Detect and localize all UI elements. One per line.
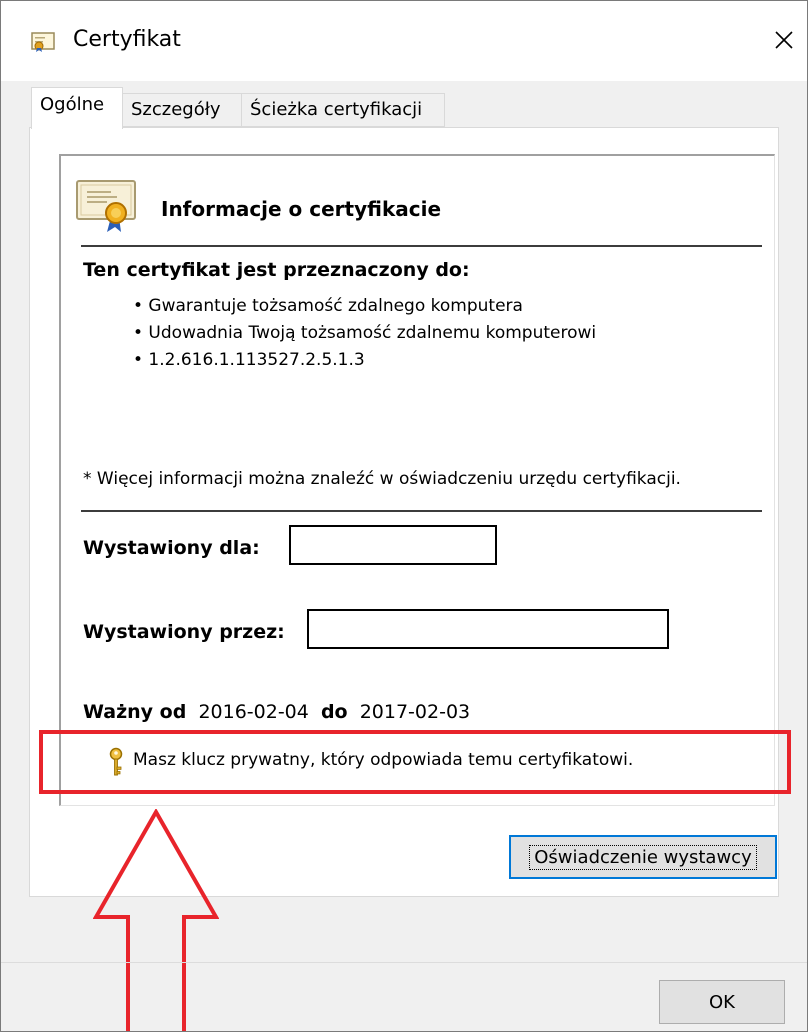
valid-to-label: do [320, 701, 348, 723]
window-title: Certyfikat [73, 27, 181, 52]
info-title: Informacje o certyfikacie [161, 197, 442, 221]
purpose-item: • Gwarantuje tożsamość zdalnego komputer… [133, 296, 523, 316]
issued-by-label: Wystawiony przez: [83, 621, 285, 643]
title-bar: Certyfikat [1, 1, 807, 81]
close-icon [775, 31, 793, 49]
issued-to-field[interactable] [289, 525, 497, 565]
valid-to-date: 2017-02-03 [359, 701, 471, 723]
tab-certification-path[interactable]: Ścieżka certyfikacji [241, 93, 445, 127]
issued-by-field[interactable] [307, 609, 669, 649]
valid-from-date: 2016-02-04 [198, 701, 309, 723]
divider [81, 510, 762, 512]
purpose-heading: Ten certyfikat jest przeznaczony do: [83, 259, 470, 281]
validity-period: Ważny od 2016-02-04 do 2017-02-03 [83, 701, 470, 723]
ok-button[interactable]: OK [659, 980, 785, 1024]
certificate-dialog: Certyfikat Ogólne Szczegóły Ścieżka cert… [0, 0, 808, 1032]
issued-to-label: Wystawiony dla: [83, 537, 260, 559]
tab-general[interactable]: Ogólne [31, 87, 123, 129]
close-button[interactable] [761, 17, 807, 63]
issuer-statement-label: Oświadczenie wystawcy [529, 844, 757, 870]
issuer-statement-button[interactable]: Oświadczenie wystawcy [509, 835, 777, 879]
arrow-up-icon [93, 809, 219, 1031]
footer-separator [1, 962, 807, 963]
valid-from-label: Ważny od [83, 701, 187, 723]
certificate-icon [76, 180, 136, 232]
highlight-annotation [39, 730, 791, 794]
purpose-item: • 1.2.616.1.113527.2.5.1.3 [133, 350, 365, 370]
purpose-item: • Udowadnia Twoją tożsamość zdalnemu kom… [133, 323, 597, 343]
certificate-icon [31, 32, 55, 52]
divider [81, 245, 762, 247]
tab-details[interactable]: Szczegóły [122, 93, 242, 127]
more-info-note: * Więcej informacji można znaleźć w oświ… [83, 469, 681, 489]
